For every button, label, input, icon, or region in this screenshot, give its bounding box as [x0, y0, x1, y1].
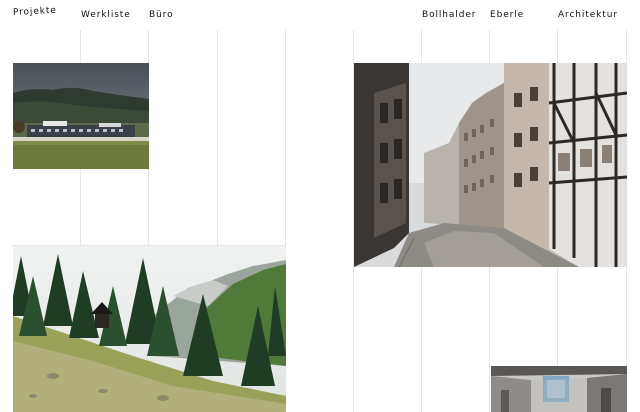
- nav-buero-link[interactable]: Büro: [149, 10, 174, 20]
- project-thumbnail-interior[interactable]: [491, 366, 627, 412]
- page: Projekte Werkliste Büro Bollhalder Eberl…: [0, 0, 640, 412]
- nav-architektur-link[interactable]: Architektur: [558, 10, 618, 20]
- project-thumbnail-building[interactable]: [13, 63, 149, 169]
- nav-bollhalder-link[interactable]: Bollhalder: [422, 10, 476, 20]
- logo-projekte-link[interactable]: Projekte: [13, 6, 57, 18]
- alpine-forest-meadow-image: [13, 246, 286, 412]
- nav-werkliste-link[interactable]: Werkliste: [81, 10, 131, 20]
- nav-eberle-link[interactable]: Eberle: [490, 10, 524, 20]
- building-in-valley-image: [13, 63, 149, 169]
- project-thumbnail-street[interactable]: [354, 63, 627, 267]
- interior-corridor-image: [491, 366, 627, 412]
- old-town-street-image: [354, 63, 627, 267]
- project-thumbnail-forest[interactable]: [13, 246, 286, 412]
